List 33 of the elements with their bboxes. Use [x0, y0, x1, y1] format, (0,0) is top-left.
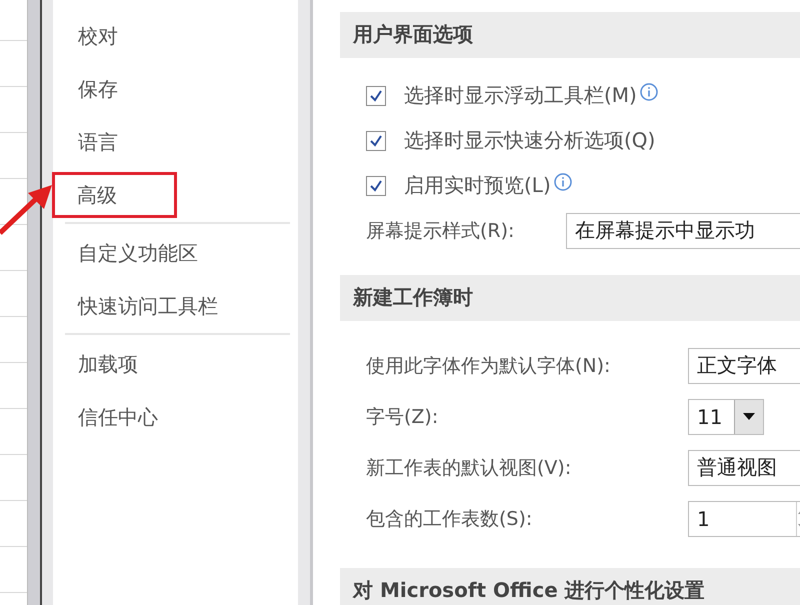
dropdown-field[interactable]: 正文字体 — [688, 348, 800, 384]
sidebar-item[interactable]: 高级 — [52, 172, 177, 218]
checkbox[interactable] — [366, 86, 386, 106]
checkbox[interactable] — [366, 130, 386, 150]
checkbox-label: 选择时显示浮动工具栏(M) — [404, 82, 637, 109]
dropdown-field[interactable]: 在屏幕提示中显示功 — [566, 212, 800, 248]
dropdown-field[interactable]: 11 — [688, 398, 764, 434]
checkmark-icon — [369, 178, 383, 192]
checkmark-icon — [369, 134, 383, 148]
section-header: 对 Microsoft Office 进行个性化设置 — [340, 568, 800, 605]
section-header: 新建工作簿时 — [340, 275, 800, 321]
sidebar-item[interactable]: 自定义功能区 — [53, 230, 198, 276]
field-label: 新工作表的默认视图(V): — [366, 456, 572, 480]
dropdown-button[interactable] — [734, 400, 763, 434]
annotation-arrow-drawing — [0, 185, 52, 235]
sidebar-item[interactable]: 加载项 — [53, 341, 138, 387]
dropdown-field[interactable]: 普通视图 — [688, 450, 800, 486]
sidebar-item[interactable]: 快速访问工具栏 — [53, 283, 218, 329]
checkmark-icon — [369, 88, 383, 102]
section-header: 用户界面选项 — [340, 12, 800, 58]
checkbox-label: 选择时显示快速分析选项(Q) — [404, 127, 656, 154]
field-label: 包含的工作表数(S): — [366, 506, 534, 532]
sidebar-item[interactable]: 校对 — [53, 13, 118, 59]
field-label: 字号(Z): — [366, 404, 440, 430]
number-field[interactable]: 1 — [688, 500, 800, 536]
sidebar-item[interactable]: 信任中心 — [53, 394, 158, 440]
caret-icon — [743, 412, 755, 420]
checkbox-label: 启用实时预览(L) — [404, 172, 551, 199]
sidebar-item[interactable]: 语言 — [53, 119, 118, 165]
field-label: 使用此字体作为默认字体(N): — [366, 354, 612, 378]
sidebar-item[interactable]: 保存 — [53, 66, 118, 112]
checkbox[interactable] — [366, 176, 386, 196]
field-label: 屏幕提示样式(R): — [366, 218, 516, 244]
